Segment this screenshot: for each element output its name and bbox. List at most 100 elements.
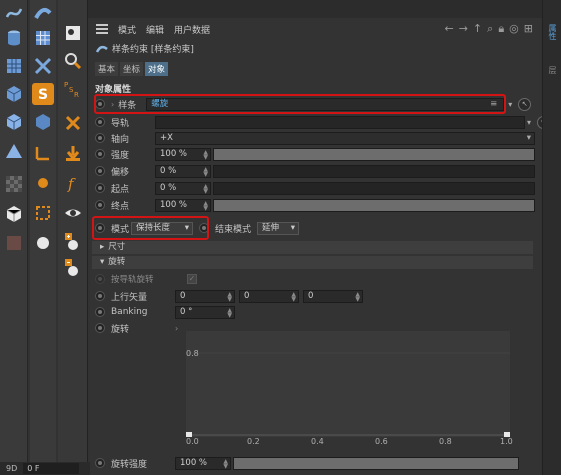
offset-keyframe-radio[interactable] [95, 166, 105, 176]
close-tool-icon[interactable] [62, 112, 84, 134]
current-frame-field[interactable]: 0 F [23, 463, 80, 474]
target-icon[interactable]: ◎ [509, 22, 519, 36]
hamburger-menu-icon[interactable] [96, 24, 108, 34]
forward-arrow-icon[interactable]: → [459, 22, 468, 36]
end-mode-select[interactable]: 延伸 ▾ [257, 221, 299, 235]
menu-user-data[interactable]: 用户数据 [174, 23, 210, 36]
render-tool-icon[interactable] [62, 22, 84, 44]
strength-slider[interactable] [213, 147, 535, 161]
axis-keyframe-radio[interactable] [95, 133, 105, 143]
cube-tool-icon[interactable] [3, 83, 25, 105]
psr-tool-icon[interactable]: PSR [62, 78, 84, 100]
plus-sphere-icon[interactable] [62, 230, 84, 252]
start-spinner-icon[interactable]: ▲ ▼ [203, 183, 208, 194]
strength-spinner-icon[interactable]: ▲ ▼ [203, 149, 208, 160]
end-spinner-icon[interactable]: ▲ ▼ [203, 200, 208, 211]
edge-tool-icon[interactable] [32, 202, 54, 224]
axis-select[interactable]: +X ▾ [155, 131, 535, 145]
graph-x-tick-1: 0.2 [247, 437, 260, 446]
disabled-tool-icon[interactable] [3, 232, 25, 254]
lock-icon[interactable]: 🔒︎ [498, 22, 504, 36]
grid-tool-icon[interactable] [32, 27, 54, 49]
end-label: 终点 [111, 201, 130, 212]
offset-spinner-icon[interactable]: ▲ ▼ [203, 166, 208, 177]
offset-slider[interactable] [213, 164, 535, 178]
strength-input[interactable]: 100 % ▲ ▼ [155, 147, 211, 161]
offset-input[interactable]: 0 % ▲ ▼ [155, 164, 211, 178]
up-vector-x-input[interactable]: 0 ▲ ▼ [175, 289, 235, 303]
graph-x-axis: 0.0 0.2 0.4 0.6 0.8 1.0 [186, 437, 516, 447]
rotation-strength-keyframe-radio[interactable] [95, 458, 105, 468]
follow-rail-row: 按导轨旋转 ✓ [90, 271, 197, 287]
rotation-strength-slider[interactable] [233, 456, 519, 470]
tab-coordinates[interactable]: 坐标 [120, 62, 144, 76]
new-panel-icon[interactable]: ⊞ [524, 22, 533, 36]
down-arrow-icon[interactable] [62, 142, 84, 164]
up-vector-y-spinner-icon[interactable]: ▲ ▼ [291, 291, 296, 302]
spline-constraint-icon[interactable]: S [32, 83, 54, 105]
axis-tool-icon[interactable] [32, 142, 54, 164]
lathe-tool-icon[interactable] [32, 111, 54, 133]
banking-input[interactable]: 0 ° ▲ ▼ [175, 305, 235, 319]
up-vector-x-spinner-icon[interactable]: ▲ ▼ [227, 291, 232, 302]
up-vector-z-value: 0 [308, 290, 314, 301]
menu-edit[interactable]: 编辑 [146, 23, 164, 36]
highlight-mode [92, 216, 209, 240]
rotation-strength-spinner-icon[interactable]: ▲ ▼ [223, 458, 228, 469]
graph-x-tick-3: 0.6 [375, 437, 388, 446]
poly-tool-icon[interactable] [32, 232, 54, 254]
banking-spinner-icon[interactable]: ▲ ▼ [227, 307, 232, 318]
strength-keyframe-radio[interactable] [95, 149, 105, 159]
start-input[interactable]: 0 % ▲ ▼ [155, 181, 211, 195]
menu-mode[interactable]: 模式 [118, 23, 136, 36]
array-tool-icon[interactable] [3, 55, 25, 77]
tab-basic[interactable]: 基本 [95, 62, 119, 76]
banking-keyframe-radio[interactable] [95, 307, 105, 317]
dropdown-arrow-icon[interactable]: ▾ [508, 100, 512, 109]
pick-object-button[interactable]: ↖ [518, 97, 532, 111]
scatter-tool-icon[interactable] [32, 55, 54, 77]
up-vector-keyframe-radio[interactable] [95, 291, 105, 301]
size-group-header[interactable]: ▸ 尺寸 [92, 241, 533, 254]
up-arrow-icon[interactable]: ↑ [473, 22, 482, 36]
up-vector-z-input[interactable]: 0 ▲ ▼ [303, 289, 363, 303]
rotate-expand-icon[interactable]: › [175, 324, 178, 333]
sweep-tool-icon[interactable] [32, 2, 54, 24]
rotation-spline-graph[interactable]: 0.8 [186, 331, 510, 437]
search-icon[interactable]: ⌕ [487, 22, 493, 36]
rail-keyframe-radio[interactable] [95, 117, 105, 127]
bottom-timeline-strip: 9D 0 F [0, 462, 95, 475]
rotation-strength-slider-fill [234, 457, 518, 469]
rail-link-field[interactable] [155, 115, 525, 129]
end-slider[interactable] [213, 198, 535, 212]
cylinder-tool-icon[interactable] [3, 27, 25, 49]
follow-rail-checkbox[interactable]: ✓ [187, 274, 197, 284]
follow-rail-keyframe-radio[interactable] [95, 274, 105, 284]
spline-tool-icon[interactable] [3, 2, 25, 24]
attributes-side-tab[interactable]: 属性 [547, 24, 558, 40]
attribute-tabs: 基本 坐标 对象 [95, 62, 169, 76]
minus-sphere-icon[interactable] [62, 256, 84, 278]
formula-tool-icon[interactable]: f [62, 172, 84, 194]
start-keyframe-radio[interactable] [95, 183, 105, 193]
rotation-group-header[interactable]: ▾ 旋转 [92, 256, 533, 269]
tab-object[interactable]: 对象 [145, 62, 169, 76]
up-vector-z-spinner-icon[interactable]: ▲ ▼ [355, 291, 360, 302]
rotate-keyframe-radio[interactable] [95, 323, 105, 333]
rail-dropdown-icon[interactable]: ▾ [527, 118, 531, 127]
end-keyframe-radio[interactable] [95, 200, 105, 210]
eye-tool-icon[interactable] [62, 202, 84, 224]
rotation-strength-input[interactable]: 100 % ▲ ▼ [175, 456, 231, 470]
pyramid-tool-icon[interactable] [3, 140, 25, 162]
up-vector-y-input[interactable]: 0 ▲ ▼ [239, 289, 299, 303]
magnifier-tool-icon[interactable] [62, 50, 84, 72]
layers-side-tab[interactable]: 层 [547, 66, 558, 74]
box-select-icon[interactable] [3, 202, 25, 224]
start-slider[interactable] [213, 181, 535, 195]
point-tool-icon[interactable] [32, 172, 54, 194]
highlight-spline [94, 94, 506, 114]
back-arrow-icon[interactable]: ← [444, 22, 453, 36]
cube2-tool-icon[interactable] [3, 111, 25, 133]
checker-tool-icon[interactable] [3, 173, 25, 195]
end-input[interactable]: 100 % ▲ ▼ [155, 198, 211, 212]
